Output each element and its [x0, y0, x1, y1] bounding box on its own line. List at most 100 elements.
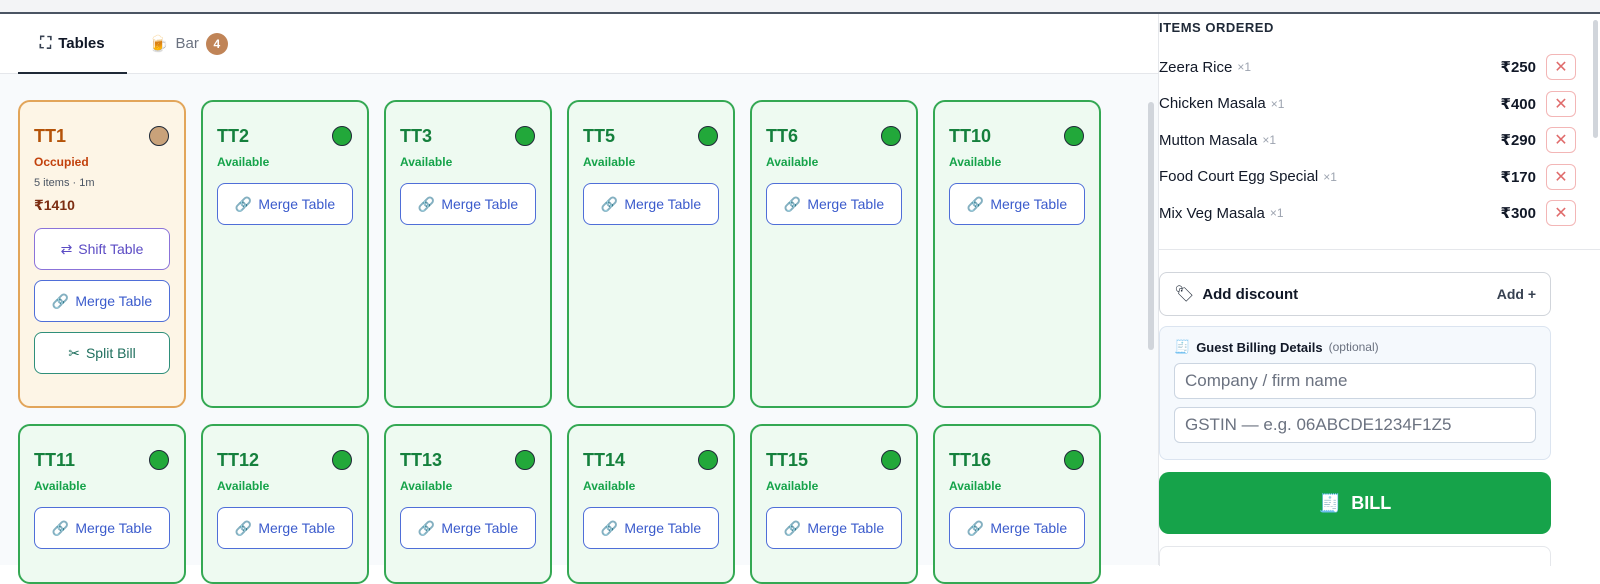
shift-table-button[interactable]: ⇄ Shift Table	[34, 228, 170, 270]
merge-table-button[interactable]: 🔗 Merge Table	[400, 507, 536, 549]
table-card-tt6[interactable]: TT6 Available 🔗 Merge Table	[750, 100, 918, 408]
beer-icon: 🍺	[148, 35, 169, 53]
link-icon: 🔗	[966, 519, 985, 536]
table-card-tt12[interactable]: TT12 Available 🔗 Merge Table	[201, 424, 369, 584]
status-dot	[881, 126, 901, 146]
receipt-icon: 🧾	[1318, 492, 1342, 513]
table-status: Available	[766, 479, 819, 493]
order-panel: ITEMS ORDERED Zeera Rice ×1 ₹250 ✕ Chick…	[1158, 14, 1600, 566]
table-status: Available	[400, 155, 453, 169]
next-section-edge	[1159, 546, 1551, 566]
merge-table-label: Merge Table	[75, 293, 153, 309]
table-card-tt2[interactable]: TT2 Available 🔗 Merge Table	[201, 100, 369, 408]
table-status: Available	[583, 479, 636, 493]
merge-table-label: Merge Table	[990, 196, 1068, 212]
merge-table-button[interactable]: 🔗 Merge Table	[583, 183, 719, 225]
guest-billing-header: 🧾 Guest Billing Details (optional)	[1174, 339, 1536, 355]
link-icon: 🔗	[783, 195, 802, 212]
bill-button[interactable]: 🧾 BILL	[1159, 472, 1551, 534]
shift-icon: ⇄	[60, 240, 73, 257]
items-ordered-section: ITEMS ORDERED Zeera Rice ×1 ₹250 ✕ Chick…	[1159, 14, 1600, 250]
item-price: ₹290	[1500, 132, 1536, 150]
bill-button-label: BILL	[1351, 492, 1392, 513]
merge-table-label: Merge Table	[441, 196, 519, 212]
table-card-tt13[interactable]: TT13 Available 🔗 Merge Table	[384, 424, 552, 584]
table-status: Available	[217, 479, 270, 493]
status-dot	[332, 450, 352, 470]
table-amount: ₹1410	[34, 197, 75, 213]
link-icon: 🔗	[600, 519, 619, 536]
gstin-input[interactable]	[1174, 407, 1536, 443]
remove-item-button[interactable]: ✕	[1546, 127, 1576, 154]
table-status: Available	[949, 479, 1002, 493]
link-icon: 🔗	[417, 519, 436, 536]
shift-table-label: Shift Table	[78, 241, 144, 257]
item-price: ₹400	[1500, 95, 1536, 113]
order-item: Mix Veg Masala ×1 ₹300 ✕	[1159, 195, 1576, 232]
remove-item-button[interactable]: ✕	[1546, 54, 1576, 81]
merge-table-button[interactable]: 🔗 Merge Table	[400, 183, 536, 225]
link-icon: 🔗	[966, 195, 985, 212]
merge-table-button[interactable]: 🔗 Merge Table	[217, 183, 353, 225]
table-status: Available	[217, 155, 270, 169]
scissors-icon: ✂	[68, 344, 80, 361]
table-card-tt10[interactable]: TT10 Available 🔗 Merge Table	[933, 100, 1101, 408]
remove-item-button[interactable]: ✕	[1546, 90, 1576, 117]
add-discount-button[interactable]: Add +	[1497, 286, 1536, 302]
item-price: ₹250	[1500, 59, 1536, 77]
table-card-tt15[interactable]: TT15 Available 🔗 Merge Table	[750, 424, 918, 584]
table-card-tt1[interactable]: TT1 Occupied 5 items · 1m ₹1410 ⇄ Shift …	[18, 100, 186, 408]
merge-table-button[interactable]: 🔗 Merge Table	[766, 507, 902, 549]
table-status: Available	[583, 155, 636, 169]
table-card-tt16[interactable]: TT16 Available 🔗 Merge Table	[933, 424, 1101, 584]
merge-table-button[interactable]: 🔗 Merge Table	[583, 507, 719, 549]
items-scrollbar[interactable]	[1593, 20, 1598, 138]
tab-bar[interactable]: 🍺 Bar 4	[127, 14, 250, 73]
merge-table-label: Merge Table	[807, 520, 885, 536]
table-card-tt5[interactable]: TT5 Available 🔗 Merge Table	[567, 100, 735, 408]
receipt-icon: 🧾	[1174, 339, 1191, 354]
merge-table-button[interactable]: 🔗 Merge Table	[217, 507, 353, 549]
merge-table-button[interactable]: 🔗 Merge Table	[766, 183, 902, 225]
status-dot	[1064, 126, 1084, 146]
remove-item-button[interactable]: ✕	[1546, 163, 1576, 190]
items-ordered-title: ITEMS ORDERED	[1159, 20, 1274, 35]
item-qty: ×1	[1262, 133, 1277, 148]
merge-table-label: Merge Table	[807, 196, 885, 212]
merge-table-label: Merge Table	[990, 520, 1068, 536]
merge-table-button[interactable]: 🔗 Merge Table	[949, 183, 1085, 225]
guest-billing-section: 🧾 Guest Billing Details (optional)	[1159, 326, 1551, 460]
tab-tables[interactable]: ⛶ Tables	[18, 14, 127, 74]
item-name: Chicken Masala	[1159, 95, 1266, 113]
tab-tables-label: Tables	[58, 35, 105, 52]
status-dot	[332, 126, 352, 146]
merge-table-label: Merge Table	[258, 196, 336, 212]
tables-scrollbar[interactable]	[1148, 102, 1154, 350]
merge-table-label: Merge Table	[624, 520, 702, 536]
table-grid: TT1 Occupied 5 items · 1m ₹1410 ⇄ Shift …	[18, 100, 1101, 584]
order-item: Zeera Rice ×1 ₹250 ✕	[1159, 49, 1576, 86]
link-icon: 🔗	[783, 519, 802, 536]
window-top-edge	[0, 0, 1600, 14]
add-discount-row[interactable]: 🏷 Add discount Add +	[1159, 272, 1551, 316]
item-name: Mix Veg Masala	[1159, 204, 1265, 222]
split-bill-button[interactable]: ✂ Split Bill	[34, 332, 170, 374]
company-name-input[interactable]	[1174, 363, 1536, 399]
merge-table-button[interactable]: 🔗 Merge Table	[34, 507, 170, 549]
status-dot	[515, 126, 535, 146]
optional-label: (optional)	[1328, 340, 1379, 354]
link-icon: 🔗	[417, 195, 436, 212]
merge-table-button[interactable]: 🔗 Merge Table	[34, 280, 170, 322]
section-tabs: ⛶ Tables 🍺 Bar 4	[0, 14, 1158, 74]
item-name: Zeera Rice	[1159, 58, 1233, 76]
link-icon: 🔗	[234, 195, 253, 212]
table-status: Occupied	[34, 155, 89, 169]
merge-table-button[interactable]: 🔗 Merge Table	[949, 507, 1085, 549]
link-icon: 🔗	[600, 195, 619, 212]
remove-item-button[interactable]: ✕	[1546, 200, 1576, 227]
merge-table-label: Merge Table	[75, 520, 153, 536]
table-card-tt14[interactable]: TT14 Available 🔗 Merge Table	[567, 424, 735, 584]
table-card-tt11[interactable]: TT11 Available 🔗 Merge Table	[18, 424, 186, 584]
table-status: Available	[34, 479, 87, 493]
table-card-tt3[interactable]: TT3 Available 🔗 Merge Table	[384, 100, 552, 408]
